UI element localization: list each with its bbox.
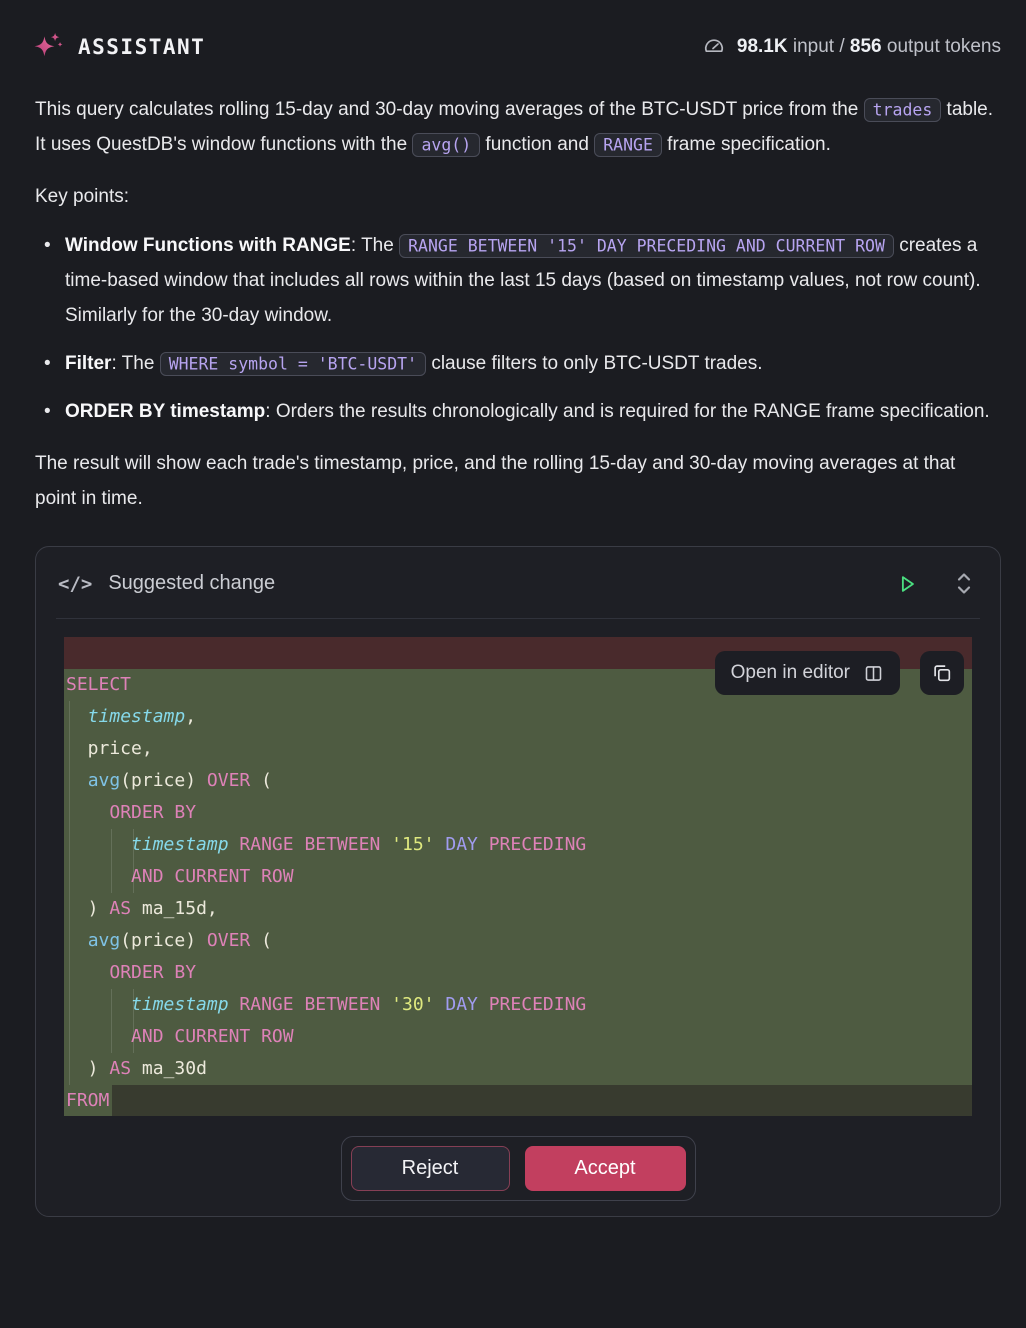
code-line: ) AS ma_30d: [64, 1053, 972, 1085]
token-usage-text: 98.1K input / 856 output tokens: [737, 36, 1001, 58]
code-line: AND CURRENT ROW: [64, 861, 972, 893]
message-header: ASSISTANT 98.1K input / 856 output token…: [35, 30, 1001, 64]
code-line: avg(price) OVER (: [64, 925, 972, 957]
diff-actions-box: Reject Accept: [341, 1136, 696, 1201]
message-paragraph: The result will show each trade's timest…: [35, 446, 1001, 516]
token-usage: 98.1K input / 856 output tokens: [702, 35, 1001, 59]
code-icon: </>: [58, 573, 92, 595]
code-overlay-actions: Open in editor: [715, 651, 964, 695]
inline-code-chip: avg(): [412, 133, 480, 157]
copy-icon: [931, 662, 953, 684]
chevron-up-down-icon: [956, 570, 972, 597]
key-point-item: Filter: The WHERE symbol = 'BTC-USDT' cl…: [35, 346, 1001, 381]
key-points-label: Key points:: [35, 179, 1001, 214]
key-point-item: ORDER BY timestamp: Orders the results c…: [35, 394, 1001, 429]
inline-code-chip: WHERE symbol = 'BTC-USDT': [160, 352, 426, 376]
sql-code-block: SELECT timestamp, price, avg(price) OVER…: [64, 637, 972, 1116]
code-line: price,: [64, 733, 972, 765]
message-paragraph: This query calculates rolling 15-day and…: [35, 92, 1001, 162]
code-diff: SELECT timestamp, price, avg(price) OVER…: [64, 637, 972, 1116]
assistant-role-label: ASSISTANT: [78, 35, 205, 59]
code-line: ORDER BY: [64, 797, 972, 829]
split-columns-icon: [863, 663, 884, 684]
open-in-editor-label: Open in editor: [731, 662, 850, 684]
gauge-icon: [702, 35, 726, 59]
key-point-item: Window Functions with RANGE: The RANGE B…: [35, 228, 1001, 333]
diff-actions: Reject Accept: [36, 1136, 1000, 1201]
suggested-change-header: </> Suggested change: [36, 547, 1000, 618]
indent-guide: [111, 989, 112, 1053]
sparkles-icon: [31, 30, 65, 64]
message-content: ASSISTANT 98.1K input / 856 output token…: [0, 0, 1026, 1217]
code-line: timestamp,: [64, 701, 972, 733]
copy-code-button[interactable]: [920, 651, 964, 695]
key-points-list: Window Functions with RANGE: The RANGE B…: [35, 228, 1001, 429]
play-icon: [896, 572, 918, 596]
code-line: FROM: [64, 1085, 972, 1116]
code-line: AND CURRENT ROW: [64, 1021, 972, 1053]
inline-code-chip: trades: [864, 98, 942, 122]
accept-button[interactable]: Accept: [525, 1146, 686, 1191]
inline-code-chip: RANGE: [594, 133, 662, 157]
code-line: timestamp RANGE BETWEEN '30' DAY PRECEDI…: [64, 989, 972, 1021]
run-query-button[interactable]: [892, 568, 922, 600]
indent-guide: [69, 701, 70, 1085]
code-line: avg(price) OVER (: [64, 765, 972, 797]
divider: [56, 618, 980, 619]
reject-button[interactable]: Reject: [351, 1146, 510, 1191]
indent-guide: [111, 829, 112, 893]
assistant-message-page: ASSISTANT 98.1K input / 856 output token…: [0, 0, 1026, 1328]
suggested-change-title: Suggested change: [108, 572, 892, 595]
code-line: ORDER BY: [64, 957, 972, 989]
assistant-identity: ASSISTANT: [31, 30, 205, 64]
indent-guide: [133, 989, 134, 1053]
collapse-panel-button[interactable]: [952, 566, 976, 601]
code-line: ) AS ma_15d,: [64, 893, 972, 925]
code-line: timestamp RANGE BETWEEN '15' DAY PRECEDI…: [64, 829, 972, 861]
suggested-change-card: </> Suggested change: [35, 546, 1001, 1217]
indent-guide: [133, 829, 134, 893]
inline-code-chip: RANGE BETWEEN '15' DAY PRECEDING AND CUR…: [399, 234, 894, 258]
open-in-editor-button[interactable]: Open in editor: [715, 651, 900, 695]
